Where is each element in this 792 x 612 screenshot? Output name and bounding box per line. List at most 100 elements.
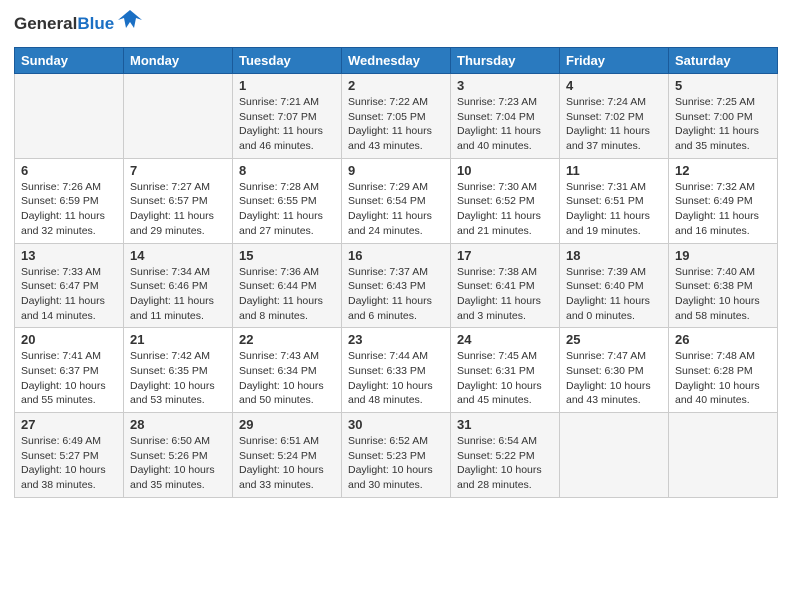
day-number: 24 — [457, 332, 553, 347]
calendar-week-row: 1 Sunrise: 7:21 AMSunset: 7:07 PMDaylight… — [15, 74, 778, 159]
calendar-cell: 1 Sunrise: 7:21 AMSunset: 7:07 PMDaylight… — [233, 74, 342, 159]
day-number: 28 — [130, 417, 226, 432]
day-number: 9 — [348, 163, 444, 178]
calendar-cell — [560, 413, 669, 498]
day-detail: Sunrise: 7:21 AMSunset: 7:07 PMDaylight:… — [239, 95, 335, 154]
day-detail: Sunrise: 6:54 AMSunset: 5:22 PMDaylight:… — [457, 434, 553, 493]
day-detail: Sunrise: 7:47 AMSunset: 6:30 PMDaylight:… — [566, 349, 662, 408]
day-number: 14 — [130, 248, 226, 263]
col-header-monday: Monday — [124, 48, 233, 74]
calendar-cell: 12 Sunrise: 7:32 AMSunset: 6:49 PMDayligh… — [669, 158, 778, 243]
day-number: 6 — [21, 163, 117, 178]
calendar-cell: 24 Sunrise: 7:45 AMSunset: 6:31 PMDayligh… — [451, 328, 560, 413]
calendar-cell: 3Sunrise: 7:23 AMSunset: 7:04 PMDaylight… — [451, 74, 560, 159]
logo-blue: Blue — [77, 14, 114, 33]
day-number: 7 — [130, 163, 226, 178]
day-number: 10 — [457, 163, 553, 178]
calendar-cell: 14 Sunrise: 7:34 AMSunset: 6:46 PMDayligh… — [124, 243, 233, 328]
calendar-cell: 2 Sunrise: 7:22 AMSunset: 7:05 PMDaylight… — [342, 74, 451, 159]
day-detail: Sunrise: 7:40 AMSunset: 6:38 PMDaylight:… — [675, 265, 771, 324]
day-detail: Sunrise: 7:37 AMSunset: 6:43 PMDaylight:… — [348, 265, 444, 324]
day-number: 15 — [239, 248, 335, 263]
day-number: 11 — [566, 163, 662, 178]
col-header-thursday: Thursday — [451, 48, 560, 74]
page-container: GeneralBlue SundayMondayTuesdayWednesday… — [0, 0, 792, 508]
day-detail: Sunrise: 7:45 AMSunset: 6:31 PMDaylight:… — [457, 349, 553, 408]
calendar-cell: 8Sunrise: 7:28 AMSunset: 6:55 PMDaylight… — [233, 158, 342, 243]
calendar-cell: 20 Sunrise: 7:41 AMSunset: 6:37 PMDayligh… — [15, 328, 124, 413]
calendar-cell: 31 Sunrise: 6:54 AMSunset: 5:22 PMDayligh… — [451, 413, 560, 498]
day-detail: Sunrise: 7:29 AMSunset: 6:54 PMDaylight:… — [348, 180, 444, 239]
day-number: 29 — [239, 417, 335, 432]
col-header-tuesday: Tuesday — [233, 48, 342, 74]
day-number: 26 — [675, 332, 771, 347]
day-detail: Sunrise: 7:41 AMSunset: 6:37 PMDaylight:… — [21, 349, 117, 408]
day-number: 13 — [21, 248, 117, 263]
day-detail: Sunrise: 7:32 AMSunset: 6:49 PMDaylight:… — [675, 180, 771, 239]
calendar-cell — [124, 74, 233, 159]
col-header-wednesday: Wednesday — [342, 48, 451, 74]
day-detail: Sunrise: 7:42 AMSunset: 6:35 PMDaylight:… — [130, 349, 226, 408]
day-number: 16 — [348, 248, 444, 263]
day-number: 1 — [239, 78, 335, 93]
day-number: 2 — [348, 78, 444, 93]
day-number: 19 — [675, 248, 771, 263]
calendar-cell: 18 Sunrise: 7:39 AMSunset: 6:40 PMDayligh… — [560, 243, 669, 328]
day-number: 21 — [130, 332, 226, 347]
calendar-cell: 5Sunrise: 7:25 AMSunset: 7:00 PMDaylight… — [669, 74, 778, 159]
calendar-week-row: 27 Sunrise: 6:49 AMSunset: 5:27 PMDayligh… — [15, 413, 778, 498]
calendar-cell: 7 Sunrise: 7:27 AMSunset: 6:57 PMDaylight… — [124, 158, 233, 243]
calendar-cell: 16 Sunrise: 7:37 AMSunset: 6:43 PMDayligh… — [342, 243, 451, 328]
day-number: 5 — [675, 78, 771, 93]
day-number: 27 — [21, 417, 117, 432]
day-number: 31 — [457, 417, 553, 432]
calendar-cell — [669, 413, 778, 498]
day-detail: Sunrise: 7:26 AMSunset: 6:59 PMDaylight:… — [21, 180, 117, 239]
day-detail: Sunrise: 7:48 AMSunset: 6:28 PMDaylight:… — [675, 349, 771, 408]
calendar-cell: 11Sunrise: 7:31 AMSunset: 6:51 PMDayligh… — [560, 158, 669, 243]
day-detail: Sunrise: 7:24 AMSunset: 7:02 PMDaylight:… — [566, 95, 662, 154]
calendar-cell: 4Sunrise: 7:24 AMSunset: 7:02 PMDaylight… — [560, 74, 669, 159]
day-detail: Sunrise: 7:33 AMSunset: 6:47 PMDaylight:… — [21, 265, 117, 324]
col-header-sunday: Sunday — [15, 48, 124, 74]
calendar-cell: 27 Sunrise: 6:49 AMSunset: 5:27 PMDayligh… — [15, 413, 124, 498]
logo-bird-icon — [116, 6, 144, 34]
day-detail: Sunrise: 6:52 AMSunset: 5:23 PMDaylight:… — [348, 434, 444, 493]
day-detail: Sunrise: 7:30 AMSunset: 6:52 PMDaylight:… — [457, 180, 553, 239]
day-number: 30 — [348, 417, 444, 432]
calendar-cell: 30 Sunrise: 6:52 AMSunset: 5:23 PMDayligh… — [342, 413, 451, 498]
day-detail: Sunrise: 7:34 AMSunset: 6:46 PMDaylight:… — [130, 265, 226, 324]
day-detail: Sunrise: 6:51 AMSunset: 5:24 PMDaylight:… — [239, 434, 335, 493]
calendar-cell: 17 Sunrise: 7:38 AMSunset: 6:41 PMDayligh… — [451, 243, 560, 328]
day-number: 18 — [566, 248, 662, 263]
day-detail: Sunrise: 7:44 AMSunset: 6:33 PMDaylight:… — [348, 349, 444, 408]
calendar-cell: 23Sunrise: 7:44 AMSunset: 6:33 PMDayligh… — [342, 328, 451, 413]
header: GeneralBlue — [14, 10, 778, 39]
calendar-header-row: SundayMondayTuesdayWednesdayThursdayFrid… — [15, 48, 778, 74]
calendar-cell: 15Sunrise: 7:36 AMSunset: 6:44 PMDayligh… — [233, 243, 342, 328]
day-number: 22 — [239, 332, 335, 347]
day-number: 12 — [675, 163, 771, 178]
logo: GeneralBlue — [14, 10, 144, 39]
calendar-week-row: 20 Sunrise: 7:41 AMSunset: 6:37 PMDayligh… — [15, 328, 778, 413]
calendar-cell: 6 Sunrise: 7:26 AMSunset: 6:59 PMDaylight… — [15, 158, 124, 243]
day-detail: Sunrise: 7:22 AMSunset: 7:05 PMDaylight:… — [348, 95, 444, 154]
calendar-cell: 13 Sunrise: 7:33 AMSunset: 6:47 PMDayligh… — [15, 243, 124, 328]
day-number: 20 — [21, 332, 117, 347]
day-number: 8 — [239, 163, 335, 178]
calendar-week-row: 6 Sunrise: 7:26 AMSunset: 6:59 PMDaylight… — [15, 158, 778, 243]
calendar-cell: 28Sunrise: 6:50 AMSunset: 5:26 PMDayligh… — [124, 413, 233, 498]
day-detail: Sunrise: 7:38 AMSunset: 6:41 PMDaylight:… — [457, 265, 553, 324]
day-number: 17 — [457, 248, 553, 263]
day-detail: Sunrise: 7:39 AMSunset: 6:40 PMDaylight:… — [566, 265, 662, 324]
calendar-week-row: 13 Sunrise: 7:33 AMSunset: 6:47 PMDayligh… — [15, 243, 778, 328]
day-detail: Sunrise: 7:43 AMSunset: 6:34 PMDaylight:… — [239, 349, 335, 408]
day-detail: Sunrise: 6:49 AMSunset: 5:27 PMDaylight:… — [21, 434, 117, 493]
logo-general: General — [14, 14, 77, 33]
calendar-cell: 9 Sunrise: 7:29 AMSunset: 6:54 PMDaylight… — [342, 158, 451, 243]
day-detail: Sunrise: 7:27 AMSunset: 6:57 PMDaylight:… — [130, 180, 226, 239]
col-header-friday: Friday — [560, 48, 669, 74]
col-header-saturday: Saturday — [669, 48, 778, 74]
calendar-cell: 29 Sunrise: 6:51 AMSunset: 5:24 PMDayligh… — [233, 413, 342, 498]
day-number: 25 — [566, 332, 662, 347]
